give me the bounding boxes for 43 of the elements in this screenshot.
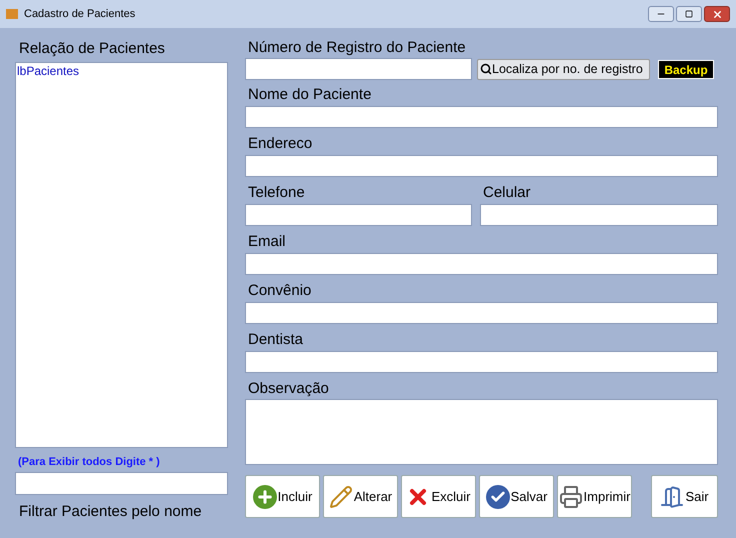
field-label: Celular <box>482 185 532 201</box>
action-button[interactable]: Excluir <box>401 475 476 518</box>
search-icon <box>480 63 492 75</box>
field-label: Email <box>247 234 287 250</box>
printer-icon <box>558 484 583 508</box>
field-label: Endereco <box>247 136 314 152</box>
field-label: Convênio <box>247 283 312 299</box>
field-label: Nome do Paciente <box>247 87 372 103</box>
filter-field[interactable] <box>15 472 228 495</box>
filter-label: Filtrar Pacientes pelo nome <box>18 503 203 521</box>
app-icon <box>6 9 18 19</box>
checkmark-icon <box>486 484 510 508</box>
list-label: Relação de Pacientes <box>18 40 166 58</box>
search-button[interactable]: Localiza por no. de registro <box>477 58 650 80</box>
input-field[interactable] <box>245 155 718 177</box>
hint-text: (Para Exibir todos Digite * ) <box>17 456 161 469</box>
field-label: Telefone <box>247 185 306 201</box>
maximize-icon <box>685 10 693 18</box>
action-button[interactable]: Salvar <box>479 475 554 518</box>
field-label: Observação <box>247 381 330 397</box>
plus-icon <box>252 484 277 508</box>
field-label: Número de Registro do Paciente <box>247 40 467 56</box>
input-field[interactable] <box>480 204 718 226</box>
action-button[interactable]: Sair <box>651 475 718 518</box>
field-label: Dentista <box>247 332 304 348</box>
action-button[interactable]: Imprimir <box>557 475 632 518</box>
pencil-icon <box>328 484 353 508</box>
action-button[interactable]: Incluir <box>245 475 320 518</box>
door-icon <box>660 484 684 508</box>
input-field[interactable] <box>245 106 718 128</box>
close-button[interactable] <box>704 6 730 22</box>
backup-button[interactable]: Backup <box>658 60 714 78</box>
input-field[interactable] <box>245 253 718 275</box>
action-button[interactable]: Alterar <box>323 475 398 518</box>
close-icon <box>712 8 722 20</box>
maximize-button[interactable] <box>676 6 702 22</box>
input-field[interactable] <box>245 351 718 373</box>
window-title: Cadastro de Pacientes <box>24 6 136 22</box>
list-item[interactable]: lbPacientes <box>17 64 226 79</box>
input-field[interactable] <box>245 204 472 226</box>
input-field[interactable] <box>245 58 472 80</box>
input-field[interactable] <box>245 399 718 465</box>
input-field[interactable] <box>245 302 718 324</box>
